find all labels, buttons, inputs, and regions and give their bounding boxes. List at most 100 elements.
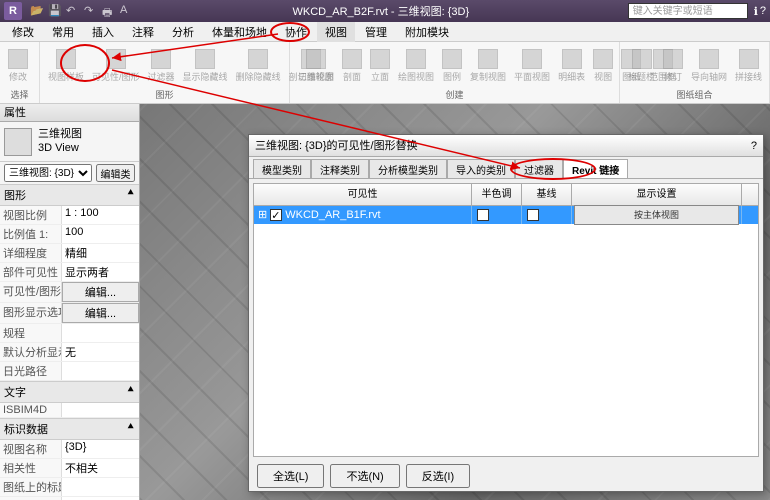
plan-view-button[interactable]: 平面视图 xyxy=(512,47,552,85)
ribbon-group-select: 修改 选择 xyxy=(0,42,40,103)
modify-button[interactable]: 修改 xyxy=(6,47,30,85)
app-menu-icon[interactable]: R xyxy=(4,2,22,20)
qat-text-icon[interactable]: A xyxy=(120,4,134,18)
ribbon-group-graphics: 视图样板 可见性/图形 过滤器 显示隐藏线 删除隐藏线 剖切面轮廓 图形 xyxy=(40,42,290,103)
tab-addins[interactable]: 附加模块 xyxy=(397,22,457,42)
property-value[interactable]: 1 : 100 xyxy=(62,206,139,224)
view-type-name: 三维视图 xyxy=(38,128,82,141)
display-setting-button[interactable]: 按主体视图 xyxy=(574,205,739,225)
tab-annotate[interactable]: 注释 xyxy=(124,22,162,42)
view-button[interactable]: 视图 xyxy=(591,47,615,85)
elevation-button[interactable]: 立面 xyxy=(368,47,392,85)
duplicate-view-button[interactable]: 复制视图 xyxy=(468,47,508,85)
dialog-grid: 可见性 半色调 基线 显示设置 ⊞WKCD_AR_B1F.rvt 按主体视图 xyxy=(253,183,759,457)
view-template-button[interactable]: 视图样板 xyxy=(46,47,86,85)
filters-button[interactable]: 过滤器 xyxy=(146,47,177,85)
property-value[interactable]: 不相关 xyxy=(62,459,139,477)
halftone-checkbox[interactable] xyxy=(477,209,489,221)
properties-preview: 三维视图 3D View xyxy=(0,122,139,162)
edit-type-button[interactable]: 编辑类型 xyxy=(96,164,135,182)
tab-collaborate[interactable]: 协作 xyxy=(277,22,315,42)
property-value[interactable]: 编辑... xyxy=(62,303,139,323)
property-row: 可见性/图形编辑... xyxy=(0,282,139,303)
ribbon-group-create: 三维视图 剖面 立面 绘图视图 图例 复制视图 平面视图 明细表 视图 图纸 范… xyxy=(290,42,620,103)
guide-grid-button[interactable]: 导向轴网 xyxy=(689,47,729,85)
3d-view-button[interactable]: 三维视图 xyxy=(296,47,336,85)
property-value[interactable] xyxy=(62,324,139,342)
property-key: 视图比例 xyxy=(0,206,62,224)
props-section-header[interactable]: 图形⯅ xyxy=(0,184,139,206)
remove-hidden-button[interactable]: 删除隐藏线 xyxy=(234,47,283,85)
tab-model-categories[interactable]: 模型类别 xyxy=(253,159,311,178)
visibility-graphics-button[interactable]: 可见性/图形 xyxy=(90,47,142,85)
ribbon-group-sheet: 标题栏 修订 导向轴网 拼接线 图纸组合 xyxy=(620,42,770,103)
property-key: 可见性/图形 xyxy=(0,282,62,302)
qat-save-icon[interactable]: 💾 xyxy=(48,4,62,18)
revision-button[interactable]: 修订 xyxy=(661,47,685,85)
property-row: ISBIM4D xyxy=(0,403,139,418)
type-selector[interactable]: 三维视图: {3D} xyxy=(4,164,92,182)
property-value[interactable]: {3D} xyxy=(62,440,139,458)
qat-open-icon[interactable]: 📂 xyxy=(30,4,44,18)
qat-redo-icon[interactable]: ↷ xyxy=(84,4,98,18)
select-none-button[interactable]: 不选(N) xyxy=(330,464,399,488)
group-label-graphics: 图形 xyxy=(46,88,283,101)
tab-imported-categories[interactable]: 导入的类别 xyxy=(447,159,515,178)
info-icon[interactable]: ℹ xyxy=(754,5,758,18)
property-value[interactable] xyxy=(62,403,139,417)
property-row: 图形显示选项编辑... xyxy=(0,303,139,324)
matchline-button[interactable]: 拼接线 xyxy=(733,47,764,85)
property-key: 日光路径 xyxy=(0,362,62,380)
underlay-checkbox[interactable] xyxy=(527,209,539,221)
drafting-view-button[interactable]: 绘图视图 xyxy=(396,47,436,85)
tab-analyze[interactable]: 分析 xyxy=(164,22,202,42)
section-button[interactable]: 剖面 xyxy=(340,47,364,85)
schedule-button[interactable]: 明细表 xyxy=(556,47,587,85)
property-value[interactable] xyxy=(62,362,139,380)
property-value[interactable]: 显示两者 xyxy=(62,263,139,281)
dialog-close-icon[interactable]: ? xyxy=(751,135,757,156)
quick-access-toolbar: 📂 💾 ↶ ↷ 🖶 A xyxy=(30,4,134,18)
link-row[interactable]: ⊞WKCD_AR_B1F.rvt 按主体视图 xyxy=(254,206,758,224)
titlebar: R 📂 💾 ↶ ↷ 🖶 A WKCD_AR_B2F.rvt - 三维视图: {3… xyxy=(0,0,770,22)
invert-selection-button[interactable]: 反选(I) xyxy=(406,464,470,488)
property-value[interactable]: 无 xyxy=(62,343,139,361)
property-row: 部件可见性显示两者 xyxy=(0,263,139,282)
tab-insert[interactable]: 插入 xyxy=(84,22,122,42)
ribbon-panel: 修改 选择 视图样板 可见性/图形 过滤器 显示隐藏线 删除隐藏线 剖切面轮廓 … xyxy=(0,42,770,104)
col-display: 显示设置 xyxy=(572,184,742,205)
tab-filters[interactable]: 过滤器 xyxy=(515,159,563,178)
props-section-header[interactable]: 文字⯅ xyxy=(0,381,139,403)
titleblock-button[interactable]: 标题栏 xyxy=(626,47,657,85)
property-key: 详细程度 xyxy=(0,244,62,262)
col-visibility: 可见性 xyxy=(254,184,472,205)
tab-revit-links[interactable]: Revit 链接 xyxy=(563,159,628,178)
visibility-checkbox[interactable] xyxy=(270,209,282,221)
tab-manage[interactable]: 管理 xyxy=(357,22,395,42)
tab-annotation-categories[interactable]: 注释类别 xyxy=(311,159,369,178)
select-all-button[interactable]: 全选(L) xyxy=(257,464,324,488)
property-value[interactable]: 100 xyxy=(62,225,139,243)
property-row: 视图名称{3D} xyxy=(0,440,139,459)
tab-view[interactable]: 视图 xyxy=(317,22,355,42)
tab-massing[interactable]: 体量和场地 xyxy=(204,22,275,42)
props-section-header[interactable]: 标识数据⯅ xyxy=(0,418,139,440)
property-value[interactable]: 编辑... xyxy=(62,282,139,302)
tab-home[interactable]: 常用 xyxy=(44,22,82,42)
visibility-graphics-dialog: 三维视图: {3D}的可见性/图形替换 ? 模型类别 注释类别 分析模型类别 导… xyxy=(248,134,764,492)
qat-undo-icon[interactable]: ↶ xyxy=(66,4,80,18)
property-key: 图纸上的标题 xyxy=(0,478,62,496)
link-name: WKCD_AR_B1F.rvt xyxy=(285,206,380,224)
show-hidden-button[interactable]: 显示隐藏线 xyxy=(181,47,230,85)
legend-button[interactable]: 图例 xyxy=(440,47,464,85)
property-key: 默认分析显示 xyxy=(0,343,62,361)
view-cube-icon xyxy=(4,128,32,156)
tab-analytical-categories[interactable]: 分析模型类别 xyxy=(369,159,447,178)
qat-print-icon[interactable]: 🖶 xyxy=(102,4,116,18)
group-label-select: 选择 xyxy=(6,88,33,101)
help-icon[interactable]: ? xyxy=(760,5,766,18)
property-value[interactable]: 精细 xyxy=(62,244,139,262)
tab-modify[interactable]: 修改 xyxy=(4,22,42,42)
help-search-input[interactable]: 键入关键字或短语 xyxy=(628,3,748,19)
property-value[interactable] xyxy=(62,478,139,496)
